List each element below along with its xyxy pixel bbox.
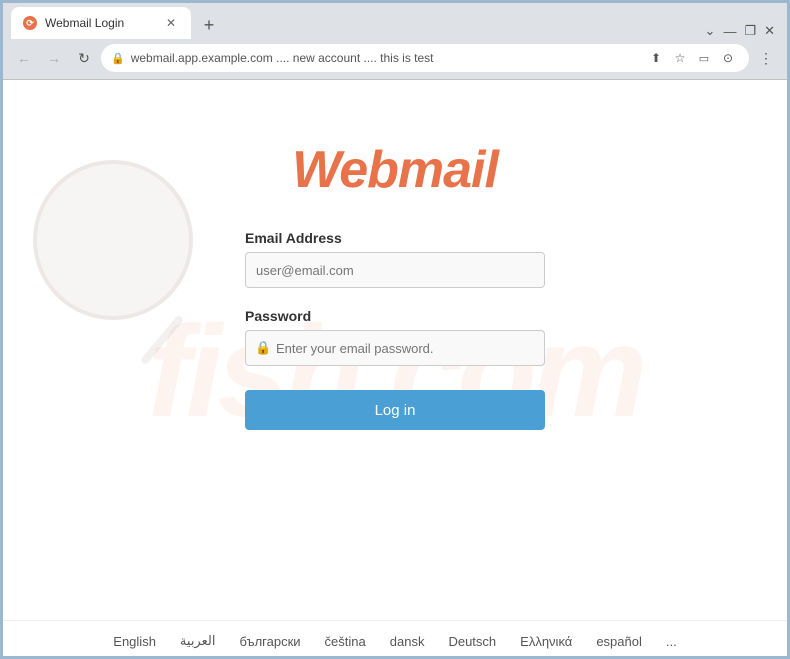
browser-menu-button[interactable]: ⋮: [753, 45, 779, 71]
lang-arabic[interactable]: العربية: [180, 633, 216, 649]
address-text: webmail.app.example.com .... new account…: [131, 51, 639, 65]
profile-icon[interactable]: ⊙: [717, 47, 739, 69]
chevron-down-icon[interactable]: ⌄: [705, 23, 716, 39]
password-input[interactable]: [245, 330, 545, 366]
password-input-wrapper: 🔒: [245, 330, 545, 366]
lang-more[interactable]: ...: [666, 634, 677, 649]
lock-icon: 🔒: [111, 52, 125, 65]
close-window-icon[interactable]: ✕: [764, 23, 775, 39]
password-label: Password: [245, 308, 545, 324]
lang-spanish[interactable]: español: [596, 634, 642, 649]
login-container: Webmail Email Address Password 🔒 Log in: [3, 80, 787, 450]
page-content: fish.com Webmail Email Address Password …: [3, 80, 787, 659]
lang-czech[interactable]: čeština: [325, 634, 366, 649]
language-bar: English العربية български čeština dansk …: [3, 620, 787, 659]
tab-favicon: [23, 16, 37, 30]
restore-icon[interactable]: ❐: [744, 23, 756, 39]
share-icon[interactable]: ⬆: [645, 47, 667, 69]
lang-bulgarian[interactable]: български: [239, 634, 300, 649]
tab-title: Webmail Login: [45, 16, 124, 30]
bookmark-icon[interactable]: ☆: [669, 47, 691, 69]
email-label: Email Address: [245, 230, 545, 246]
lang-greek[interactable]: Ελληνικά: [520, 634, 572, 649]
tab-close-button[interactable]: ✕: [163, 15, 179, 31]
cast-icon[interactable]: ▭: [693, 47, 715, 69]
forward-button[interactable]: →: [41, 45, 67, 71]
login-button[interactable]: Log in: [245, 390, 545, 430]
back-button[interactable]: ←: [11, 45, 37, 71]
lang-english[interactable]: English: [113, 634, 156, 649]
webmail-logo: Webmail: [292, 140, 498, 200]
email-input[interactable]: [245, 252, 545, 288]
address-bar[interactable]: 🔒 webmail.app.example.com .... new accou…: [101, 44, 749, 72]
password-field-group: Password 🔒: [245, 308, 545, 366]
email-field-group: Email Address: [245, 230, 545, 288]
reload-button[interactable]: ↻: [71, 45, 97, 71]
minimize-icon[interactable]: —: [723, 24, 736, 39]
lang-german[interactable]: Deutsch: [448, 634, 496, 649]
lang-danish[interactable]: dansk: [390, 634, 425, 649]
new-tab-button[interactable]: +: [195, 11, 223, 39]
active-tab[interactable]: Webmail Login ✕: [11, 7, 191, 39]
